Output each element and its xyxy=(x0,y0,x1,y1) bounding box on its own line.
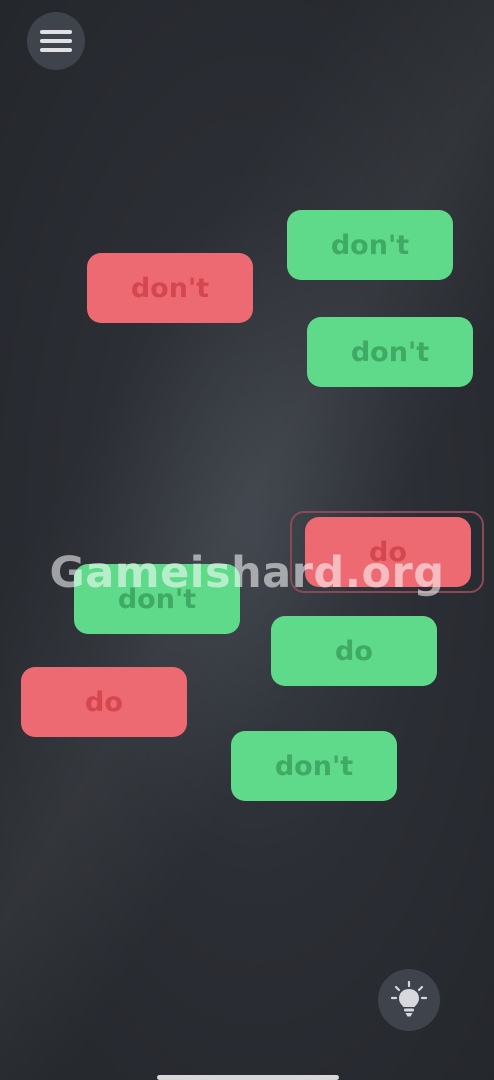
word-tile[interactable]: don't xyxy=(307,317,473,387)
word-tile[interactable]: do xyxy=(21,667,187,737)
hint-button[interactable] xyxy=(378,969,440,1031)
word-tile[interactable]: don't xyxy=(231,731,397,801)
word-tile[interactable]: don't xyxy=(87,253,253,323)
word-tile[interactable]: don't xyxy=(74,564,240,634)
word-tile-selected[interactable]: do xyxy=(305,517,471,587)
home-indicator xyxy=(157,1075,339,1080)
hamburger-menu-icon xyxy=(40,30,72,52)
lightbulb-icon xyxy=(390,980,428,1017)
menu-button[interactable] xyxy=(27,12,85,70)
word-tile[interactable]: don't xyxy=(287,210,453,280)
word-tile[interactable]: do xyxy=(271,616,437,686)
